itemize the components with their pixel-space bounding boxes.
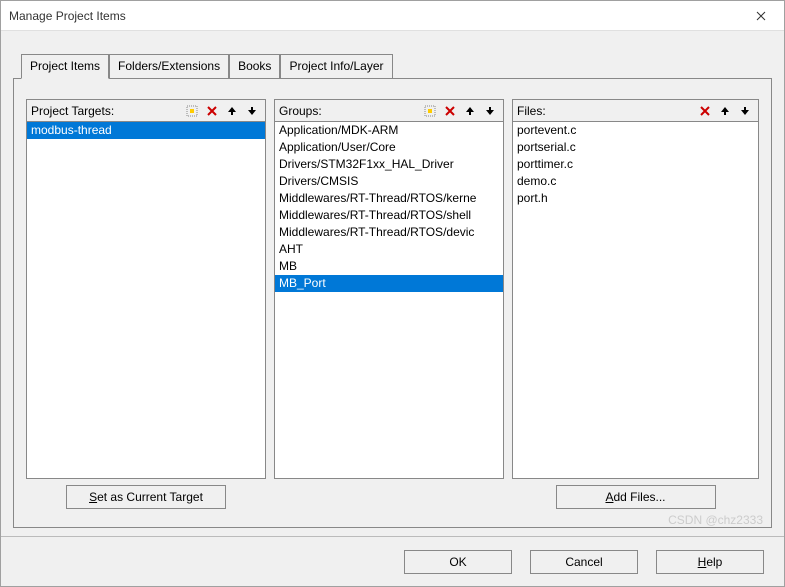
files-footer: Add Files... [512,479,759,515]
groups-toolbar [421,102,499,120]
targets-column: Project Targets: modbus-thread Set as Cu… [26,99,266,515]
list-item[interactable]: porttimer.c [513,156,758,173]
tab-content: Project Targets: modbus-thread Set as Cu… [13,78,772,528]
list-item[interactable]: port.h [513,190,758,207]
targets-new-icon[interactable] [183,102,201,120]
files-move-down-icon[interactable] [736,102,754,120]
files-label: Files: [517,104,546,118]
targets-move-up-icon[interactable] [223,102,241,120]
window-title: Manage Project Items [9,9,126,23]
groups-move-down-icon[interactable] [481,102,499,120]
groups-move-up-icon[interactable] [461,102,479,120]
list-item[interactable]: Middlewares/RT-Thread/RTOS/devic [275,224,503,241]
manage-items-dialog: Manage Project Items Project Items Folde… [0,0,785,587]
list-item[interactable]: AHT [275,241,503,258]
close-button[interactable] [738,1,784,31]
list-item[interactable]: Application/MDK-ARM [275,122,503,139]
list-item[interactable]: demo.c [513,173,758,190]
targets-delete-icon[interactable] [203,102,221,120]
list-item[interactable]: Middlewares/RT-Thread/RTOS/kerne [275,190,503,207]
groups-listbox[interactable]: Application/MDK-ARM Application/User/Cor… [274,121,504,479]
tab-books[interactable]: Books [229,54,280,79]
files-move-up-icon[interactable] [716,102,734,120]
list-item[interactable]: MB [275,258,503,275]
tab-folders-extensions[interactable]: Folders/Extensions [109,54,229,79]
targets-listbox[interactable]: modbus-thread [26,121,266,479]
help-button[interactable]: Help [656,550,764,574]
list-item[interactable]: Middlewares/RT-Thread/RTOS/shell [275,207,503,224]
list-item[interactable]: Application/User/Core [275,139,503,156]
list-item[interactable]: portevent.c [513,122,758,139]
files-listbox[interactable]: portevent.c portserial.c porttimer.c dem… [512,121,759,479]
files-delete-icon[interactable] [696,102,714,120]
titlebar: Manage Project Items [1,1,784,31]
columns-area: Project Targets: modbus-thread Set as Cu… [26,99,759,515]
targets-label: Project Targets: [31,104,114,118]
groups-new-icon[interactable] [421,102,439,120]
tab-bar: Project Items Folders/Extensions Books P… [21,53,784,78]
tab-project-items[interactable]: Project Items [21,54,109,79]
files-header: Files: [512,99,759,121]
groups-column: Groups: Application/MDK-ARM Application/… [274,99,504,515]
groups-header: Groups: [274,99,504,121]
list-item[interactable]: MB_Port [275,275,503,292]
ok-button[interactable]: OK [404,550,512,574]
cancel-button[interactable]: Cancel [530,550,638,574]
list-item[interactable]: portserial.c [513,139,758,156]
add-files-button[interactable]: Add Files... [556,485,716,509]
files-column: Files: portevent.c portserial.c porttime… [512,99,759,515]
list-item[interactable]: Drivers/STM32F1xx_HAL_Driver [275,156,503,173]
targets-move-down-icon[interactable] [243,102,261,120]
list-item[interactable]: Drivers/CMSIS [275,173,503,190]
files-toolbar [696,102,754,120]
targets-toolbar [183,102,261,120]
targets-footer: Set as Current Target [26,479,266,515]
groups-label: Groups: [279,104,322,118]
dialog-buttons: OK Cancel Help [1,536,784,586]
groups-footer [274,479,504,515]
list-item[interactable]: modbus-thread [27,122,265,139]
groups-delete-icon[interactable] [441,102,459,120]
tab-project-info-layer[interactable]: Project Info/Layer [280,54,392,79]
set-current-target-button[interactable]: Set as Current Target [66,485,226,509]
targets-header: Project Targets: [26,99,266,121]
